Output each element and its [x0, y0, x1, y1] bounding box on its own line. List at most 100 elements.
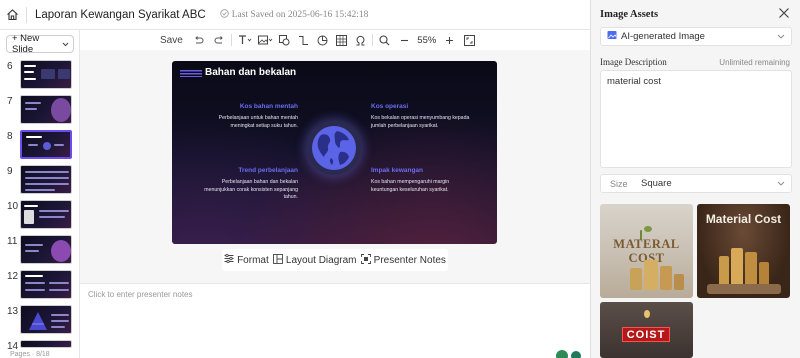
slide-number: 6 [7, 61, 13, 72]
slide-thumbnail[interactable]: 6 [0, 60, 80, 92]
size-label: Size [610, 178, 628, 189]
generated-image-1[interactable]: MATERAL COST [600, 204, 693, 298]
thumbnail-image [20, 130, 72, 159]
zoom-level[interactable]: 55% [415, 35, 439, 46]
thumbnail-image [20, 165, 72, 194]
help-icon[interactable] [570, 350, 582, 358]
section-body[interactable]: Perbelanjaan untuk bahan mentah meningka… [198, 115, 298, 130]
slide-thumbnail-active[interactable]: 8 [0, 130, 80, 162]
section-heading[interactable]: Impak kewangan [371, 167, 423, 174]
symbol-tool-icon[interactable] [355, 30, 366, 50]
image-assets-panel: Image Assets AI-generated Image Image De… [590, 0, 800, 358]
presenter-notes-area[interactable]: Click to enter presenter notes [80, 283, 590, 358]
presenter-notes-button[interactable]: Presenter Notes [360, 253, 446, 267]
thumbnail-image [20, 340, 72, 348]
fit-screen-icon[interactable] [463, 30, 475, 50]
assistant-icon[interactable] [556, 350, 568, 358]
thumbnail-image [20, 235, 72, 264]
slide-thumbnail[interactable]: 9 [0, 165, 80, 197]
slide-canvas[interactable]: Bahan dan bekalan Kos bahan mentah Perbe… [80, 50, 590, 283]
size-select[interactable]: Size Square [600, 174, 792, 193]
section-body[interactable]: Kos bahan mempengaruhi margin keuntungan… [371, 179, 471, 194]
image-source-select[interactable]: AI-generated Image [600, 27, 792, 46]
save-status: Last Saved on 2025-06-16 15:42:18 [220, 8, 369, 21]
slide-title[interactable]: Bahan dan bekalan [205, 67, 296, 78]
slide-thumbnail[interactable]: 13 [0, 305, 80, 337]
ai-image-icon [607, 30, 617, 43]
format-label: Format [237, 254, 269, 266]
editor-toolbar: Save 55% [80, 30, 590, 50]
layout-icon [272, 253, 283, 267]
chevron-down-icon [777, 178, 785, 189]
generated-image-2[interactable]: Material Cost [697, 204, 790, 298]
layout-diagram-button[interactable]: Layout Diagram [272, 253, 357, 267]
image-caption: Material Cost [705, 212, 782, 226]
text-tool-icon[interactable] [238, 30, 252, 50]
section-heading[interactable]: Kos operasi [371, 103, 408, 110]
new-slide-label: + New Slide [12, 33, 40, 55]
home-icon[interactable] [0, 0, 24, 30]
slide-number: 11 [7, 236, 18, 247]
notes-placeholder: Click to enter presenter notes [88, 290, 193, 299]
generated-image-3[interactable]: COIST [600, 302, 693, 358]
size-value: Square [641, 178, 672, 189]
section-body[interactable]: Perbelanjaan bahan dan bekalan menunjukk… [198, 179, 298, 202]
thumbnail-image [20, 270, 72, 299]
image-caption: COIST [622, 327, 670, 342]
section-heading[interactable]: Kos bahan mentah [240, 103, 298, 110]
section-body[interactable]: Kos bekalan operasi menyumbang kepada ju… [371, 115, 471, 130]
save-button[interactable]: Save [160, 30, 183, 50]
slide-panel: + New Slide 6 7 8 9 10 11 12 13 14 Pages… [0, 30, 80, 358]
divider [230, 34, 232, 46]
image-description-input[interactable]: material cost [600, 70, 792, 168]
slide-number: 7 [7, 96, 13, 107]
chevron-down-icon[interactable] [62, 39, 69, 50]
close-icon[interactable] [778, 7, 790, 22]
document-title[interactable]: Laporan Kewangan Syarikat ABC [35, 9, 206, 21]
top-bar: Laporan Kewangan Syarikat ABC Last Saved… [0, 0, 590, 30]
current-slide[interactable]: Bahan dan bekalan Kos bahan mentah Perbe… [172, 61, 497, 244]
redo-icon[interactable] [214, 30, 225, 50]
line-tool-icon[interactable] [298, 30, 309, 50]
title-accent-bar [180, 70, 202, 77]
search-icon[interactable] [379, 30, 390, 50]
format-button[interactable]: Format [224, 253, 269, 266]
floating-actions [556, 350, 582, 358]
divider [371, 34, 373, 46]
slide-number: 9 [7, 166, 13, 177]
thumbnail-image [20, 200, 72, 229]
thumbnail-image [20, 305, 72, 334]
slide-thumbnail[interactable]: 10 [0, 200, 80, 232]
app-window: Laporan Kewangan Syarikat ABC Last Saved… [0, 0, 800, 358]
slide-thumbnail[interactable]: 12 [0, 270, 80, 302]
new-slide-button[interactable]: + New Slide [6, 33, 74, 55]
thumbnail-image [20, 95, 72, 124]
notes-icon [360, 253, 371, 267]
section-heading[interactable]: Trend perbelanjaan [238, 167, 298, 174]
description-label: Image Description [600, 57, 667, 67]
save-status-text: Last Saved on 2025-06-16 15:42:18 [231, 9, 369, 20]
slide-action-bar: Format Layout Diagram Presenter Notes [222, 249, 448, 271]
format-icon [224, 253, 234, 266]
chart-tool-icon[interactable] [317, 30, 328, 50]
zoom-in-icon[interactable] [445, 30, 454, 50]
slide-number: 12 [7, 271, 19, 282]
image-source-value: AI-generated Image [621, 31, 705, 42]
globe-icon[interactable] [307, 121, 361, 175]
layout-diagram-label: Layout Diagram [285, 254, 357, 266]
slide-number: 8 [7, 131, 13, 142]
slide-thumbnail[interactable]: 11 [0, 235, 80, 267]
slide-thumbnail[interactable]: 7 [0, 95, 80, 127]
check-circle-icon [220, 8, 229, 21]
image-tool-icon[interactable] [257, 30, 273, 50]
slide-number: 10 [7, 201, 19, 212]
usage-limit: Unlimited remaining [719, 58, 790, 67]
table-tool-icon[interactable] [335, 30, 347, 50]
zoom-out-icon[interactable] [400, 30, 409, 50]
undo-icon[interactable] [193, 30, 204, 50]
slide-number: 13 [7, 306, 19, 317]
shape-tool-icon[interactable] [278, 30, 290, 50]
divider [26, 6, 27, 23]
presenter-notes-label: Presenter Notes [373, 254, 446, 266]
panel-title: Image Assets [600, 9, 659, 20]
